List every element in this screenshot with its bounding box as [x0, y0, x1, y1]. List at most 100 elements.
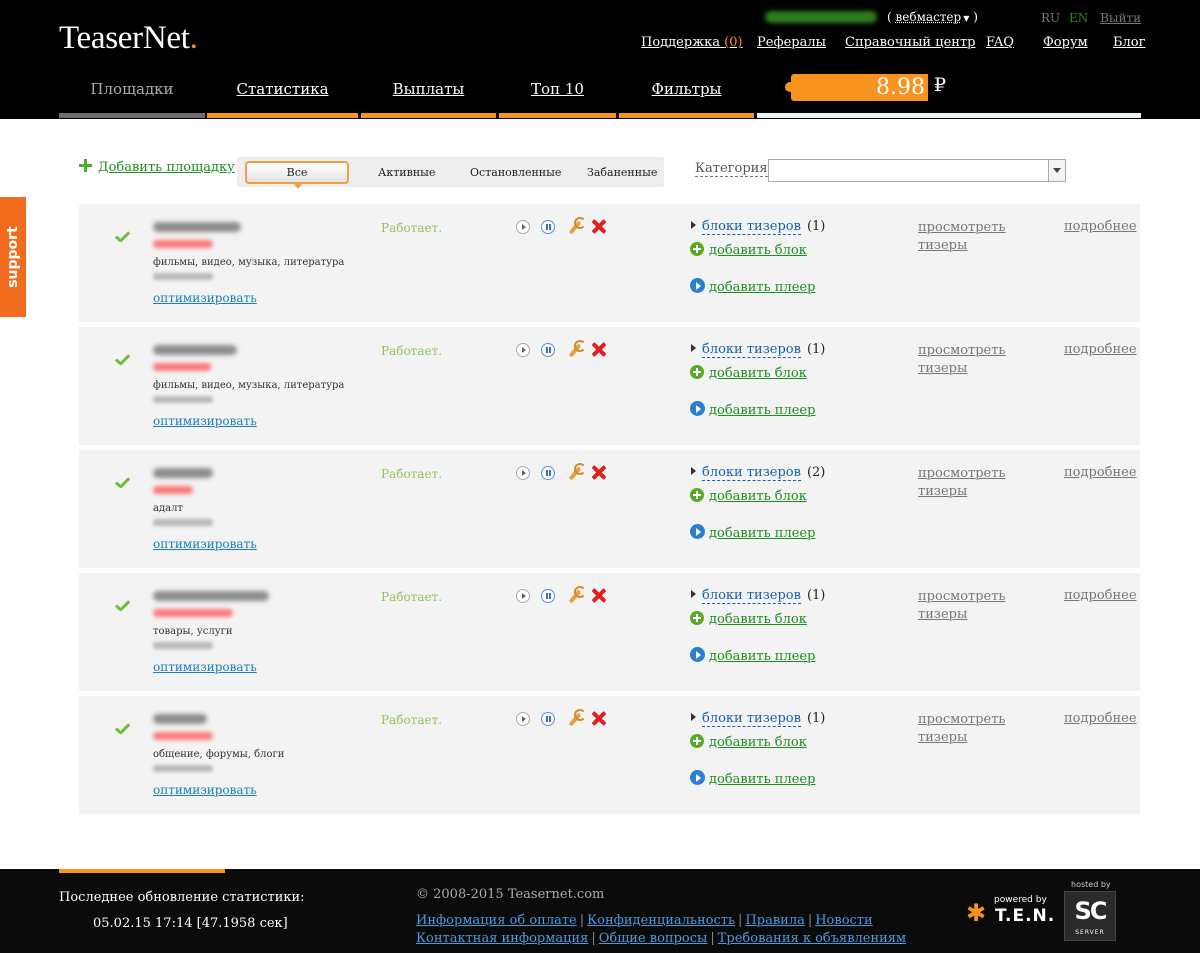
play-icon[interactable] [516, 466, 530, 480]
triangle-right-icon[interactable] [691, 221, 696, 229]
footer-privacy-link[interactable]: Конфиденциальность [587, 913, 735, 928]
ten-logo[interactable]: ✱ powered by T.E.N. [966, 893, 1056, 929]
view-teasers-link[interactable]: просмотреть тизеры [918, 711, 1008, 747]
filter-all[interactable]: Все [245, 161, 349, 189]
delete-icon[interactable] [590, 464, 608, 482]
optimize-link[interactable]: оптимизировать [153, 660, 257, 674]
details-link[interactable]: подробнее [1064, 465, 1137, 480]
tab-statistics[interactable]: Статистика [207, 70, 358, 118]
footer-news-link[interactable]: Новости [815, 913, 872, 928]
nav-faq-link[interactable]: FAQ [986, 35, 1014, 50]
play-icon[interactable] [516, 712, 530, 726]
footer-contacts-link[interactable]: Контактная информация [416, 931, 588, 946]
view-teasers-link[interactable]: просмотреть тизеры [918, 342, 1008, 378]
triangle-right-icon[interactable] [691, 590, 696, 598]
site-category: товары, услуги [153, 626, 233, 637]
balance-underline [757, 113, 1141, 118]
add-block-link[interactable]: добавить блок [709, 612, 807, 627]
add-site-link[interactable]: Добавить площадку [79, 159, 235, 175]
nav-forum-link[interactable]: Форум [1043, 35, 1088, 50]
pause-icon[interactable] [541, 712, 555, 726]
teaser-blocks-link[interactable]: блоки тизеров [702, 711, 801, 727]
tab-filters[interactable]: Фильтры [619, 70, 754, 118]
add-block-link[interactable]: добавить блок [709, 366, 807, 381]
triangle-right-icon[interactable] [691, 713, 696, 721]
last-update-value: 05.02.15 17:14 [47.1958 сек] [93, 916, 288, 931]
play-icon[interactable] [516, 343, 530, 357]
wrench-icon[interactable] [565, 586, 586, 605]
play-icon[interactable] [516, 589, 530, 603]
pause-icon[interactable] [541, 589, 555, 603]
footer-ad-requirements-link[interactable]: Требования к объявлениям [718, 931, 906, 946]
lang-en-link[interactable]: EN [1069, 11, 1088, 25]
delete-icon[interactable] [590, 710, 608, 728]
filter-stopped[interactable]: Остановленные [470, 166, 561, 179]
wrench-icon[interactable] [565, 340, 586, 359]
add-player-link[interactable]: добавить плеер [709, 403, 815, 418]
add-block-link[interactable]: добавить блок [709, 735, 807, 750]
nav-support-link[interactable]: Поддержка (0) [641, 35, 743, 50]
add-block-link[interactable]: добавить блок [709, 489, 807, 504]
pause-icon[interactable] [541, 343, 555, 357]
footer-payment-info-link[interactable]: Информация об оплате [416, 913, 577, 928]
wrench-icon[interactable] [565, 217, 586, 236]
nav-help-center-link[interactable]: Справочный центр [845, 35, 975, 50]
site-row: общение, форумы, блоги оптимизировать Ра… [79, 696, 1140, 814]
view-teasers-link[interactable]: просмотреть тизеры [918, 219, 1008, 255]
lang-ru-link[interactable]: RU [1041, 11, 1060, 25]
details-link[interactable]: подробнее [1064, 588, 1137, 603]
support-tab[interactable]: support [0, 197, 26, 317]
teaser-blocks-count: (1) [806, 219, 826, 234]
optimize-link[interactable]: оптимизировать [153, 537, 257, 551]
details-link[interactable]: подробнее [1064, 219, 1137, 234]
nav-blog-link[interactable]: Блог [1113, 35, 1145, 50]
delete-icon[interactable] [590, 341, 608, 359]
site-alias-blurred [153, 486, 193, 494]
teaser-blocks-link[interactable]: блоки тизеров [702, 342, 801, 358]
optimize-link[interactable]: оптимизировать [153, 783, 257, 797]
filter-active[interactable]: Активные [378, 166, 435, 179]
details-link[interactable]: подробнее [1064, 711, 1137, 726]
delete-icon[interactable] [590, 587, 608, 605]
logout-link[interactable]: Выйти [1100, 11, 1141, 25]
delete-icon[interactable] [590, 218, 608, 236]
category-select[interactable] [768, 159, 1066, 182]
site-status: Работает. [381, 467, 443, 481]
wrench-icon[interactable] [565, 709, 586, 728]
teaser-blocks-link[interactable]: блоки тизеров [702, 465, 801, 481]
optimize-link[interactable]: оптимизировать [153, 291, 257, 305]
balance-value: 8.98 [876, 75, 925, 100]
teaser-blocks-link[interactable]: блоки тизеров [702, 588, 801, 604]
server-logo[interactable]: SC SERVER [1064, 891, 1116, 941]
add-player-link[interactable]: добавить плеер [709, 526, 815, 541]
details-link[interactable]: подробнее [1064, 342, 1137, 357]
teaser-blocks: блоки тизеров (1) [691, 588, 825, 604]
footer-faq-link[interactable]: Общие вопросы [599, 931, 708, 946]
view-teasers-link[interactable]: просмотреть тизеры [918, 465, 1008, 501]
teaser-blocks-link[interactable]: блоки тизеров [702, 219, 801, 235]
tab-top10[interactable]: Топ 10 [499, 70, 616, 118]
tab-sites[interactable]: Площадки [59, 70, 205, 118]
optimize-link[interactable]: оптимизировать [153, 414, 257, 428]
plus-circle-icon [690, 611, 704, 625]
pause-icon[interactable] [541, 220, 555, 234]
triangle-right-icon[interactable] [691, 344, 696, 352]
add-player-link[interactable]: добавить плеер [709, 280, 815, 295]
site-alias-blurred [153, 363, 211, 371]
wrench-icon[interactable] [565, 463, 586, 482]
teaser-blocks: блоки тизеров (2) [691, 465, 825, 481]
role-select[interactable]: ( вебмастер ▼ ) [887, 10, 978, 24]
nav-referrals-link[interactable]: Рефералы [757, 35, 826, 50]
play-icon[interactable] [516, 220, 530, 234]
add-block-link[interactable]: добавить блок [709, 243, 807, 258]
view-teasers-link[interactable]: просмотреть тизеры [918, 588, 1008, 624]
top-nav: Поддержка (0) Рефералы Справочный центр … [0, 35, 1200, 55]
triangle-right-icon[interactable] [691, 467, 696, 475]
footer-rules-link[interactable]: Правила [745, 913, 804, 928]
add-player-link[interactable]: добавить плеер [709, 649, 815, 664]
add-player-link[interactable]: добавить плеер [709, 772, 815, 787]
support-count: (0) [724, 35, 743, 50]
tab-payouts[interactable]: Выплаты [361, 70, 496, 118]
filter-banned[interactable]: Забаненные [587, 166, 657, 179]
pause-icon[interactable] [541, 466, 555, 480]
